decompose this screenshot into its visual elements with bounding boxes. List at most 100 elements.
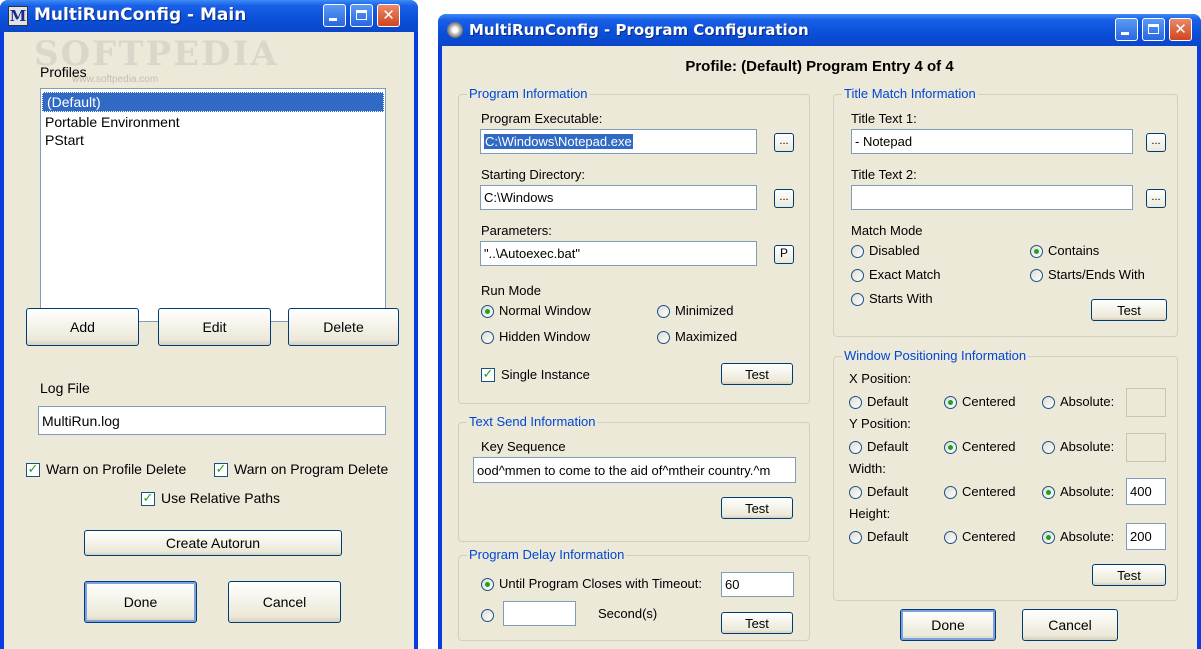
params-p-button[interactable]: P bbox=[774, 245, 794, 264]
add-profile-button[interactable]: Add bbox=[26, 308, 139, 346]
use-relative-paths-checkbox[interactable]: ✓ bbox=[141, 492, 155, 506]
width-input[interactable]: 400 bbox=[1126, 478, 1166, 505]
seconds-radio[interactable] bbox=[481, 609, 494, 622]
list-item[interactable]: (Default) bbox=[42, 92, 384, 112]
seconds-input[interactable] bbox=[503, 601, 576, 626]
hidden-window-radio[interactable] bbox=[481, 331, 494, 344]
profiles-list[interactable]: (Default) Portable Environment PStart bbox=[40, 88, 386, 322]
program-test-button[interactable]: Test bbox=[721, 363, 793, 385]
width-label: Width: bbox=[849, 461, 886, 476]
cancel-button[interactable]: Cancel bbox=[228, 581, 341, 623]
title-text-1-input[interactable]: - Notepad bbox=[851, 129, 1133, 154]
until-closes-label: Until Program Closes with Timeout: bbox=[499, 576, 703, 591]
height-centered-radio[interactable] bbox=[944, 531, 957, 544]
normal-window-radio[interactable] bbox=[481, 305, 494, 318]
y-position-label: Y Position: bbox=[849, 416, 911, 431]
until-closes-radio[interactable] bbox=[481, 578, 494, 591]
config-app-icon[interactable] bbox=[447, 22, 463, 38]
exe-label: Program Executable: bbox=[481, 111, 603, 126]
match-exact-radio[interactable] bbox=[851, 269, 864, 282]
y-centered-label: Centered bbox=[962, 439, 1016, 454]
seconds-label: Second(s) bbox=[598, 606, 658, 621]
config-client-area: Profile: (Default) Program Entry 4 of 4 … bbox=[442, 46, 1197, 649]
maximized-radio[interactable] bbox=[657, 331, 670, 344]
title-text-2-browse-button[interactable]: ... bbox=[1146, 189, 1166, 208]
title-text-1-label: Title Text 1: bbox=[851, 111, 917, 126]
list-item[interactable]: Portable Environment bbox=[41, 113, 385, 131]
edit-profile-button[interactable]: Edit bbox=[158, 308, 271, 346]
match-contains-radio[interactable] bbox=[1030, 245, 1043, 258]
single-instance-checkbox[interactable]: ✓ bbox=[481, 368, 495, 382]
match-disabled-radio[interactable] bbox=[851, 245, 864, 258]
cancel-button[interactable]: Cancel bbox=[1022, 609, 1118, 641]
y-centered-radio[interactable] bbox=[944, 441, 957, 454]
match-exact-label: Exact Match bbox=[869, 267, 941, 282]
warn-profile-delete-label: Warn on Profile Delete bbox=[46, 461, 187, 477]
program-delay-group: Program Delay Information Until Program … bbox=[458, 547, 810, 641]
window-positioning-legend: Window Positioning Information bbox=[842, 348, 1029, 363]
exe-input[interactable]: C:\Windows\Notepad.exe bbox=[480, 129, 757, 154]
close-button[interactable]: ✕ bbox=[377, 4, 400, 27]
y-default-radio[interactable] bbox=[849, 441, 862, 454]
dir-input[interactable]: C:\Windows bbox=[480, 185, 757, 210]
program-info-legend: Program Information bbox=[467, 86, 590, 101]
minimize-icon bbox=[329, 18, 337, 21]
width-centered-radio[interactable] bbox=[944, 486, 957, 499]
match-starts-ends-radio[interactable] bbox=[1030, 269, 1043, 282]
params-input[interactable]: "..\Autoexec.bat" bbox=[480, 241, 757, 266]
key-sequence-input[interactable]: ood^mmen to come to the aid of^mtheir co… bbox=[473, 457, 796, 483]
dir-browse-button[interactable]: ... bbox=[774, 189, 794, 208]
match-starts-ends-label: Starts/Ends With bbox=[1048, 267, 1145, 282]
create-autorun-button[interactable]: Create Autorun bbox=[84, 530, 342, 556]
height-absolute-radio[interactable] bbox=[1042, 531, 1055, 544]
text-send-test-button[interactable]: Test bbox=[721, 497, 793, 519]
profile-header: Profile: (Default) Program Entry 4 of 4 bbox=[685, 58, 954, 75]
log-file-input[interactable]: MultiRun.log bbox=[38, 406, 386, 435]
title-text-2-input[interactable] bbox=[851, 185, 1133, 210]
minimize-button[interactable] bbox=[323, 4, 346, 27]
hidden-window-label: Hidden Window bbox=[499, 329, 591, 344]
x-absolute-input[interactable] bbox=[1126, 388, 1166, 417]
maximize-button[interactable] bbox=[1142, 18, 1165, 41]
done-button[interactable]: Done bbox=[84, 581, 197, 623]
width-default-radio[interactable] bbox=[849, 486, 862, 499]
close-icon: ✕ bbox=[1174, 20, 1187, 38]
list-item[interactable]: PStart bbox=[41, 131, 385, 149]
x-position-label: X Position: bbox=[849, 371, 912, 386]
exe-browse-button[interactable]: ... bbox=[774, 133, 794, 152]
match-starts-radio[interactable] bbox=[851, 293, 864, 306]
height-default-radio[interactable] bbox=[849, 531, 862, 544]
exe-value: C:\Windows\Notepad.exe bbox=[484, 134, 633, 149]
delay-test-button[interactable]: Test bbox=[721, 612, 793, 634]
match-mode-label: Match Mode bbox=[851, 223, 923, 238]
main-window: M MultiRunConfig - Main ✕ SOFTPEDIA www.… bbox=[0, 0, 418, 649]
maximize-icon bbox=[356, 10, 367, 20]
title-match-group: Title Match Information Title Text 1: - … bbox=[833, 86, 1178, 337]
width-absolute-radio[interactable] bbox=[1042, 486, 1055, 499]
app-icon[interactable]: M bbox=[8, 6, 28, 26]
profiles-label: Profiles bbox=[40, 64, 87, 80]
height-input[interactable]: 200 bbox=[1126, 523, 1166, 550]
log-file-label: Log File bbox=[40, 380, 90, 396]
delete-profile-button[interactable]: Delete bbox=[288, 308, 399, 346]
warn-program-delete-checkbox[interactable]: ✓ bbox=[214, 463, 228, 477]
close-button[interactable]: ✕ bbox=[1169, 18, 1192, 41]
done-button[interactable]: Done bbox=[900, 609, 996, 641]
warn-profile-delete-checkbox[interactable]: ✓ bbox=[26, 463, 40, 477]
main-window-title: MultiRunConfig - Main bbox=[34, 5, 247, 25]
single-instance-label: Single Instance bbox=[501, 367, 590, 382]
y-absolute-radio[interactable] bbox=[1042, 441, 1055, 454]
minimize-button[interactable] bbox=[1115, 18, 1138, 41]
title-match-test-button[interactable]: Test bbox=[1091, 299, 1167, 321]
x-centered-radio[interactable] bbox=[944, 396, 957, 409]
use-relative-paths-label: Use Relative Paths bbox=[161, 490, 281, 506]
title-text-1-browse-button[interactable]: ... bbox=[1146, 133, 1166, 152]
timeout-input[interactable]: 60 bbox=[721, 572, 794, 597]
x-default-radio[interactable] bbox=[849, 396, 862, 409]
maximize-button[interactable] bbox=[350, 4, 373, 27]
x-absolute-radio[interactable] bbox=[1042, 396, 1055, 409]
y-absolute-input[interactable] bbox=[1126, 433, 1166, 462]
window-pos-test-button[interactable]: Test bbox=[1092, 564, 1166, 586]
normal-window-label: Normal Window bbox=[499, 303, 591, 318]
minimized-radio[interactable] bbox=[657, 305, 670, 318]
